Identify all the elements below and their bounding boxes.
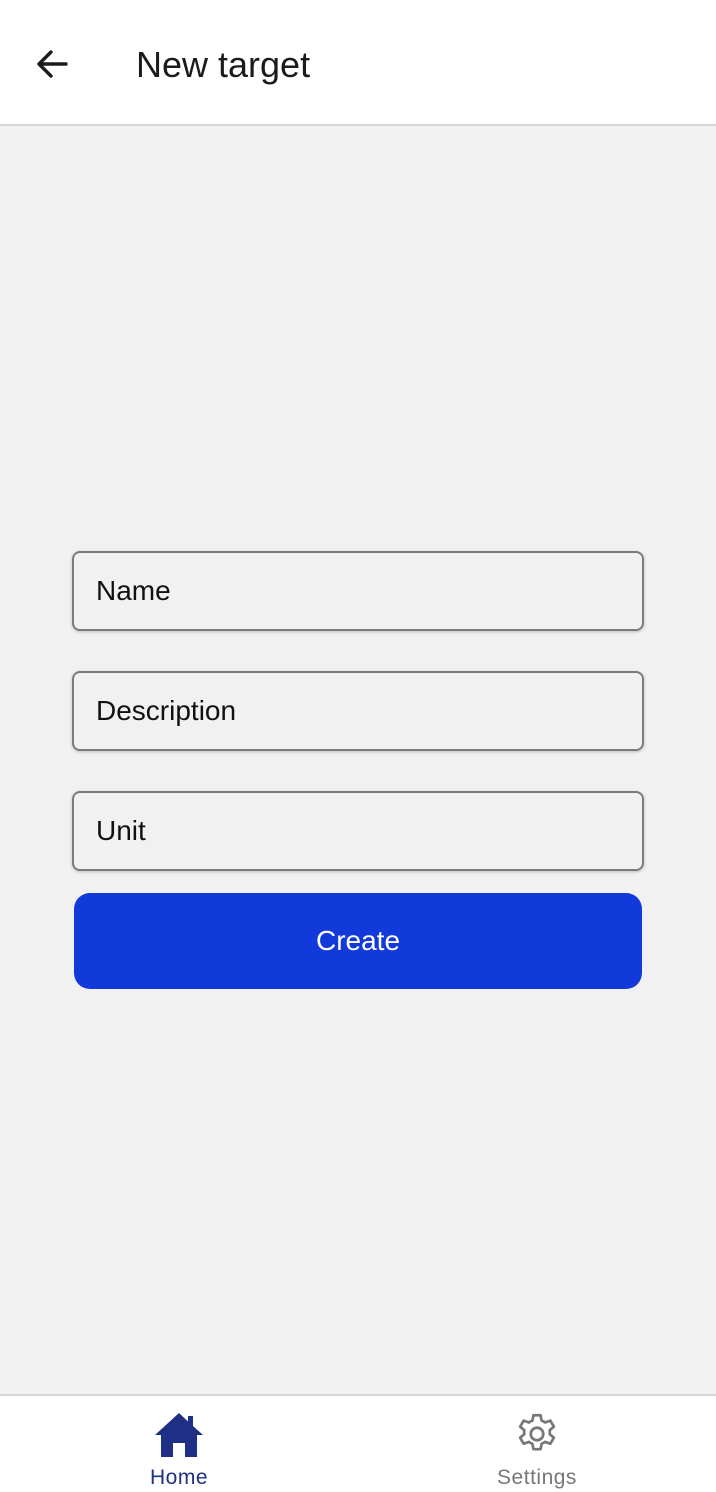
gear-icon [511, 1410, 563, 1460]
bottom-navigation: Home Settings [0, 1394, 716, 1492]
home-icon [153, 1410, 205, 1460]
back-button[interactable] [22, 34, 82, 94]
app-header: New target [0, 0, 716, 126]
nav-item-home[interactable]: Home [0, 1396, 358, 1492]
nav-label-home: Home [149, 1466, 209, 1489]
description-input[interactable] [72, 671, 644, 751]
main-content: Create [0, 126, 716, 1394]
create-button[interactable]: Create [74, 893, 642, 989]
nav-label-settings: Settings [497, 1466, 577, 1489]
nav-item-settings[interactable]: Settings [358, 1396, 716, 1492]
name-input[interactable] [72, 551, 644, 631]
arrow-left-icon [37, 50, 68, 78]
unit-input[interactable] [72, 791, 644, 871]
page-title: New target [136, 44, 311, 85]
